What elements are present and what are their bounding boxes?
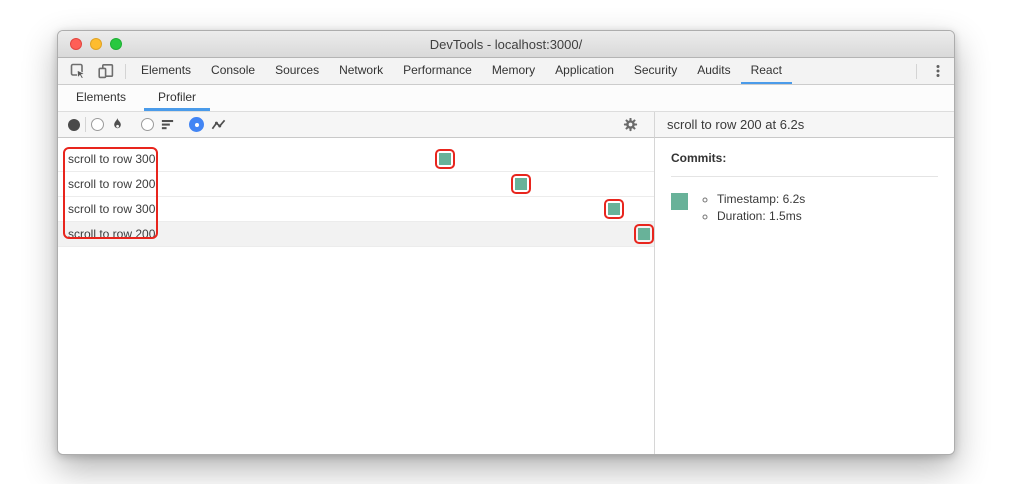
commit-square[interactable] (638, 228, 650, 240)
tab-memory[interactable]: Memory (482, 58, 545, 84)
commit-square[interactable] (439, 153, 451, 165)
inspect-element-button[interactable] (64, 58, 92, 84)
title-bar: DevTools - localhost:3000/ (58, 31, 954, 58)
devtools-tab-bar: Elements Console Sources Network Perform… (58, 58, 954, 85)
tab-elements[interactable]: Elements (131, 58, 201, 84)
toolbar-divider (125, 63, 126, 79)
commit-color-swatch (671, 193, 688, 210)
commit-duration: Duration: 1.5ms (717, 209, 805, 223)
tab-react[interactable]: React (740, 58, 792, 84)
flame-icon (110, 117, 125, 132)
commit-entry[interactable]: Timestamp: 6.2s Duration: 1.5ms (671, 189, 938, 226)
interaction-row-selected[interactable]: scroll to row 200 (58, 222, 654, 247)
device-toolbar-button[interactable] (92, 58, 120, 84)
selected-interaction-title: scroll to row 200 at 6.2s (667, 117, 805, 132)
commits-heading: Commits: (671, 151, 727, 165)
kebab-menu-icon (931, 63, 945, 79)
tab-sources[interactable]: Sources (265, 58, 329, 84)
interaction-row[interactable]: scroll to row 200 (58, 172, 654, 197)
interaction-label: scroll to row 300 (68, 202, 156, 216)
annotation-ring (435, 149, 455, 169)
minimize-button[interactable] (90, 38, 102, 50)
interactions-pane: scroll to row 300 scroll to row 200 scro… (58, 138, 655, 454)
devtools-window: DevTools - localhost:3000/ Elements Cons… (57, 30, 955, 455)
interaction-row[interactable]: scroll to row 300 (58, 147, 654, 172)
tab-console[interactable]: Console (201, 58, 265, 84)
menu-divider (916, 63, 917, 79)
flamegraph-view-radio[interactable] (91, 117, 125, 132)
flamegraph-radio-circle (91, 118, 104, 131)
tab-network[interactable]: Network (329, 58, 393, 84)
inspect-cursor-icon (70, 63, 86, 79)
commit-timestamp: Timestamp: 6.2s (717, 192, 805, 206)
annotation-ring (634, 224, 654, 244)
ranked-radio-circle (141, 118, 154, 131)
tab-audits[interactable]: Audits (687, 58, 740, 84)
commit-details-panel: Commits: Timestamp: 6.2s Duration: 1.5ms (655, 138, 954, 454)
commit-info-list: Timestamp: 6.2s Duration: 1.5ms (688, 189, 805, 226)
interactions-view-radio[interactable] (189, 117, 227, 132)
tab-application[interactable]: Application (545, 58, 624, 84)
interaction-label: scroll to row 200 (68, 227, 156, 241)
react-panel-tab-bar: Elements Profiler (58, 85, 954, 112)
record-button[interactable] (68, 118, 80, 131)
tab-performance[interactable]: Performance (393, 58, 482, 84)
more-options-button[interactable] (922, 58, 954, 84)
react-tab-elements[interactable]: Elements (62, 85, 140, 111)
annotation-ring (604, 199, 624, 219)
interactions-radio-circle (189, 117, 204, 132)
annotation-ring (511, 174, 531, 194)
tab-security[interactable]: Security (624, 58, 687, 84)
profiler-toolbar (58, 112, 655, 138)
interactions-chart-icon (210, 117, 227, 132)
record-divider (85, 117, 86, 132)
commit-square[interactable] (515, 178, 527, 190)
gear-icon (623, 117, 638, 132)
window-title: DevTools - localhost:3000/ (429, 36, 583, 52)
tab-bar-spacer (792, 58, 911, 84)
commit-details-header: scroll to row 200 at 6.2s (655, 112, 954, 138)
ranked-chart-icon (160, 117, 175, 132)
interaction-row[interactable]: scroll to row 300 (58, 197, 654, 222)
interaction-label: scroll to row 300 (68, 152, 156, 166)
details-divider (671, 176, 938, 177)
traffic-lights (70, 31, 122, 57)
device-toolbar-icon (98, 63, 114, 79)
commit-square[interactable] (608, 203, 620, 215)
ranked-view-radio[interactable] (141, 117, 175, 132)
react-tab-profiler[interactable]: Profiler (144, 85, 211, 111)
profiler-settings-button[interactable] (617, 117, 644, 132)
close-button[interactable] (70, 38, 82, 50)
interactions-list: scroll to row 300 scroll to row 200 scro… (58, 138, 654, 247)
interaction-label: scroll to row 200 (68, 177, 156, 191)
zoom-button[interactable] (110, 38, 122, 50)
